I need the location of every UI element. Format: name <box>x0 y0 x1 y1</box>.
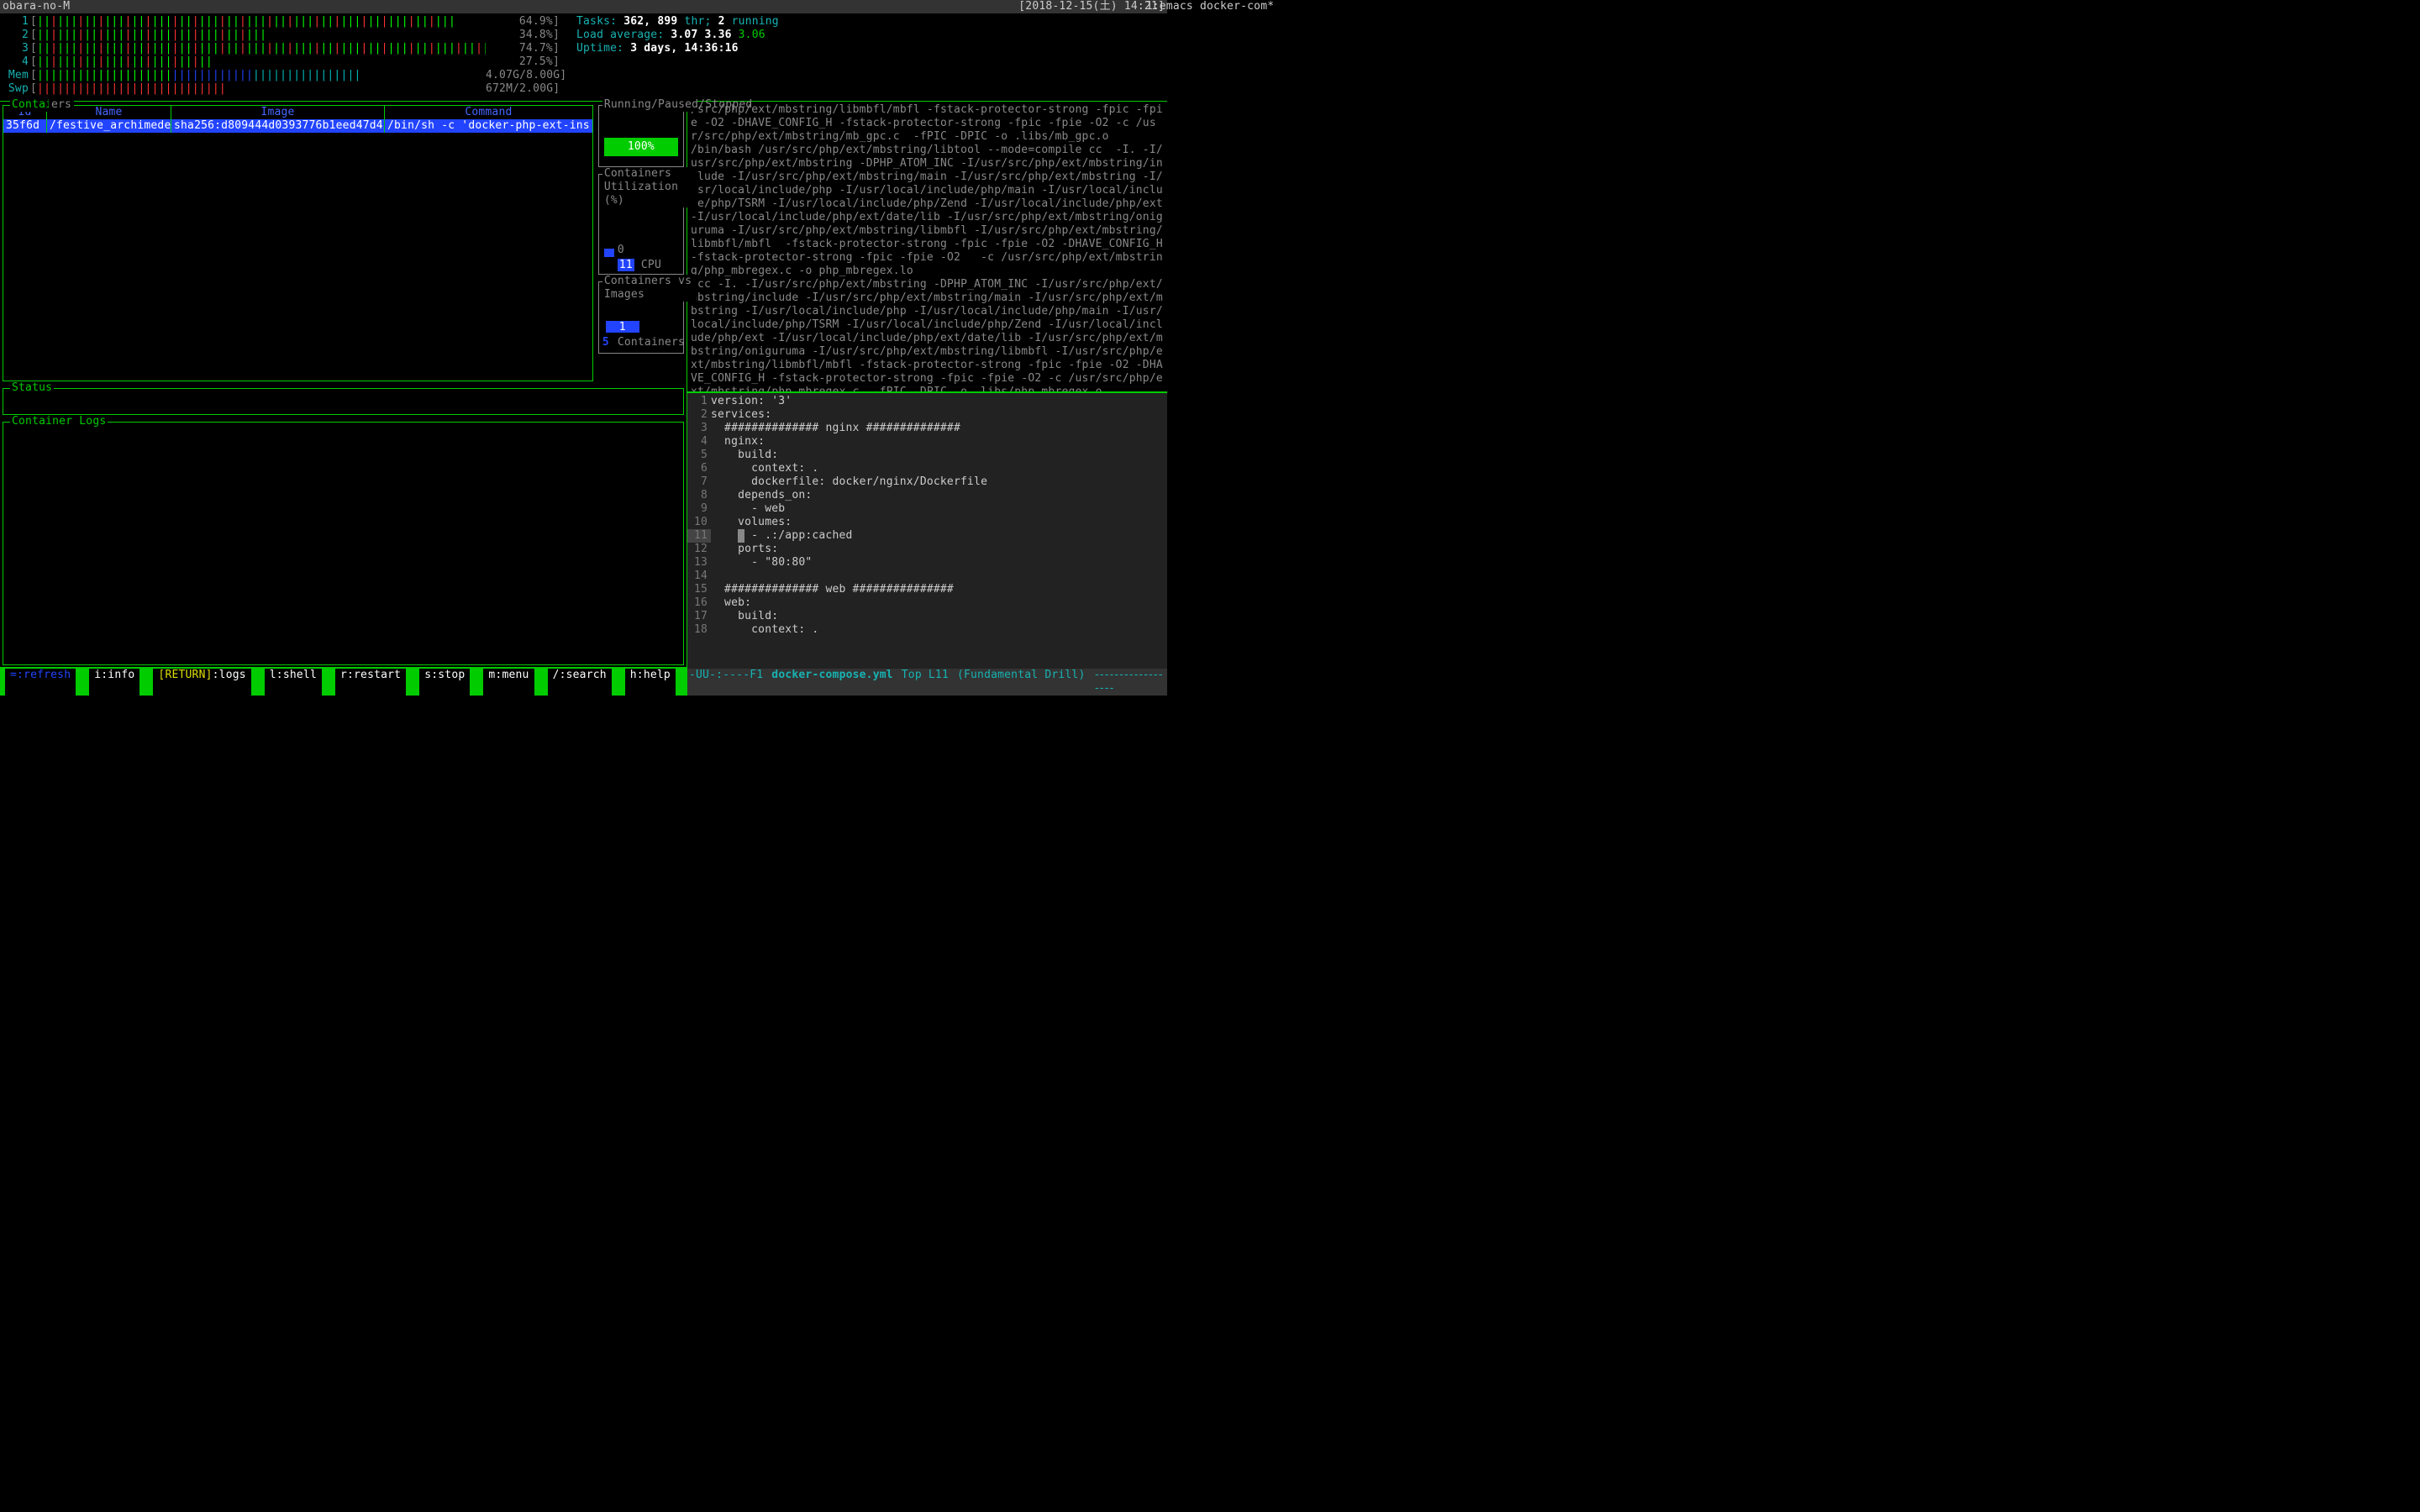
table-row[interactable]: 35f6d/festive_archimedes sha256:d809444d… <box>3 119 592 133</box>
footer-btn-menu[interactable]: m:menu <box>483 669 534 696</box>
footer-btn-info[interactable]: i:info <box>89 669 139 696</box>
footer-btn-logs[interactable]: [RETURN]:logs <box>153 669 250 696</box>
cpu-meter-2: 2 [|||||||||||||||||||||||||||||||||| 34… <box>5 29 560 42</box>
editor-line[interactable]: 9 - web <box>687 502 1167 516</box>
tmux-titlebar: obara-no-M 1:emacs docker-com* [2018-12-… <box>0 0 1167 13</box>
host-label: obara-no-M <box>3 0 70 13</box>
cpu-meter-4: 4 [|||||||||||||||||||||||||| 27.5%] <box>5 55 560 69</box>
editor-line[interactable]: 18 context: . <box>687 623 1167 637</box>
footer-btn-refresh[interactable]: =:refresh <box>5 669 76 696</box>
editor-line[interactable]: 15 ############## web ############### <box>687 583 1167 596</box>
mem-meter: Mem [|||||||||||||||||||||||||||||||||||… <box>5 69 560 82</box>
util-bar <box>604 249 614 257</box>
footer-btn-search[interactable]: /:search <box>548 669 612 696</box>
footer-btn-help[interactable]: h:help <box>625 669 676 696</box>
build-log-pane[interactable]: /src/php/ext/mbstring/libmbfl/mbfl -fsta… <box>687 102 1167 391</box>
status-panel: Status <box>3 388 684 415</box>
editor-line[interactable]: 14 <box>687 570 1167 583</box>
editor-line[interactable]: 6 context: . <box>687 462 1167 475</box>
editor-line[interactable]: 10 volumes: <box>687 516 1167 529</box>
containers-vs-images-widget: Containers vs Images 1 5 Containers <box>598 281 684 354</box>
running-paused-stopped-widget: Running/Paused/Stopped 100% <box>598 105 684 167</box>
footer-btn-shell[interactable]: l:shell <box>265 669 322 696</box>
emacs-modeline: -UU-:----F1 docker-compose.yml Top L11 (… <box>687 669 1167 696</box>
footer-bar: =:refresh i:info [RETURN]:logs l:shell r:res… <box>0 667 687 696</box>
editor-line[interactable]: 12 ports: <box>687 543 1167 556</box>
editor-line[interactable]: 11 - .:/app:cached <box>687 529 1167 543</box>
editor-line[interactable]: 1version: '3' <box>687 395 1167 408</box>
cpu-meter-1: 1 [|||||||||||||||||||||||||||||||||||||… <box>5 15 560 29</box>
clock-label: [2018-12-15(土) 14:21] <box>1018 0 1165 13</box>
editor-line[interactable]: 8 depends_on: <box>687 489 1167 502</box>
footer-btn-restart[interactable]: r:restart <box>335 669 406 696</box>
containers-table[interactable]: Contai ers Id Name Image Command 35f6d/f… <box>3 105 593 381</box>
cpu-meter-3: 3 [|||||||||||||||||||||||||||||||||||||… <box>5 42 560 55</box>
editor-pane[interactable]: 1version: '3' 2services: 3 #############… <box>687 391 1167 696</box>
container-logs-panel[interactable]: Container Logs <box>3 422 684 665</box>
editor-line[interactable]: 5 build: <box>687 449 1167 462</box>
htop-panel: 1 [|||||||||||||||||||||||||||||||||||||… <box>0 13 1167 101</box>
panel-title-containers: Contai <box>10 98 54 112</box>
editor-line[interactable]: 4 nginx: <box>687 435 1167 449</box>
editor-line[interactable]: 3 ############## nginx ############## <box>687 422 1167 435</box>
utilization-widget: Containers Utilization (%) 0 11 CPU <box>598 174 684 275</box>
editor-line[interactable]: 7 dockerfile: docker/nginx/Dockerfile <box>687 475 1167 489</box>
htop-stats: Tasks: 362, 899 thr; 2 running Load aver… <box>576 15 779 96</box>
window-title: 1:emacs docker-com* <box>0 0 2420 13</box>
rps-meter: 100% <box>604 138 678 156</box>
editor-line[interactable]: 13 - "80:80" <box>687 556 1167 570</box>
table-header: Id Name Image Command <box>3 106 592 119</box>
footer-btn-stop[interactable]: s:stop <box>419 669 470 696</box>
editor-line[interactable]: 2services: <box>687 408 1167 422</box>
editor-line[interactable]: 17 build: <box>687 610 1167 623</box>
editor-line[interactable]: 16 web: <box>687 596 1167 610</box>
swp-meter: Swp [|||||||||||||||||||||||||||| 672M/2… <box>5 82 560 96</box>
